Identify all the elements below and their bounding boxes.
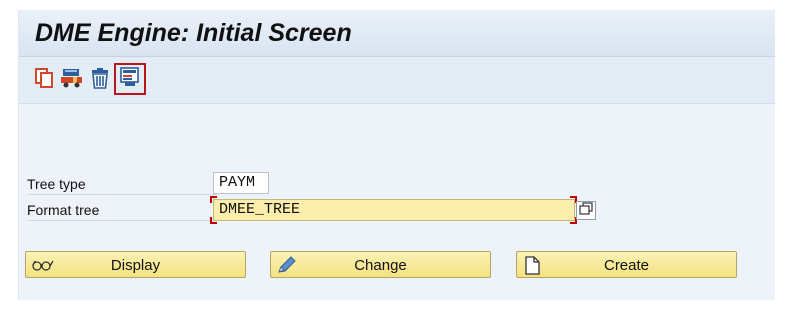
tree-structure-button[interactable]: [114, 63, 146, 95]
delete-button[interactable]: [87, 67, 113, 93]
value-help-button[interactable]: [576, 201, 596, 220]
format-tree-field[interactable]: DMEE_TREE: [213, 199, 575, 221]
tree-type-label: Tree type: [27, 174, 217, 195]
format-tree-label: Format tree: [27, 200, 217, 221]
transport-icon: [60, 67, 84, 94]
create-button-label: Create: [603, 257, 650, 274]
required-marker: [210, 217, 217, 224]
title-bar: DME Engine: Initial Screen: [19, 10, 775, 57]
create-button[interactable]: Create: [516, 251, 737, 278]
tree-structure-icon: [119, 66, 141, 93]
copy-button[interactable]: [31, 67, 57, 93]
sap-window: DME Engine: Initial Screen Tree type PAY…: [18, 10, 775, 300]
application-toolbar: [19, 57, 775, 104]
transport-button[interactable]: [59, 67, 85, 93]
delete-icon: [89, 67, 111, 94]
change-button[interactable]: Change: [270, 251, 491, 278]
change-button-label: Change: [354, 257, 407, 274]
display-button[interactable]: Display: [25, 251, 246, 278]
required-marker: [210, 196, 217, 203]
page-title: DME Engine: Initial Screen: [35, 19, 352, 47]
value-help-icon: [579, 201, 593, 220]
tree-type-field[interactable]: PAYM: [213, 172, 269, 194]
display-button-label: Display: [110, 257, 161, 274]
copy-icon: [33, 67, 55, 94]
